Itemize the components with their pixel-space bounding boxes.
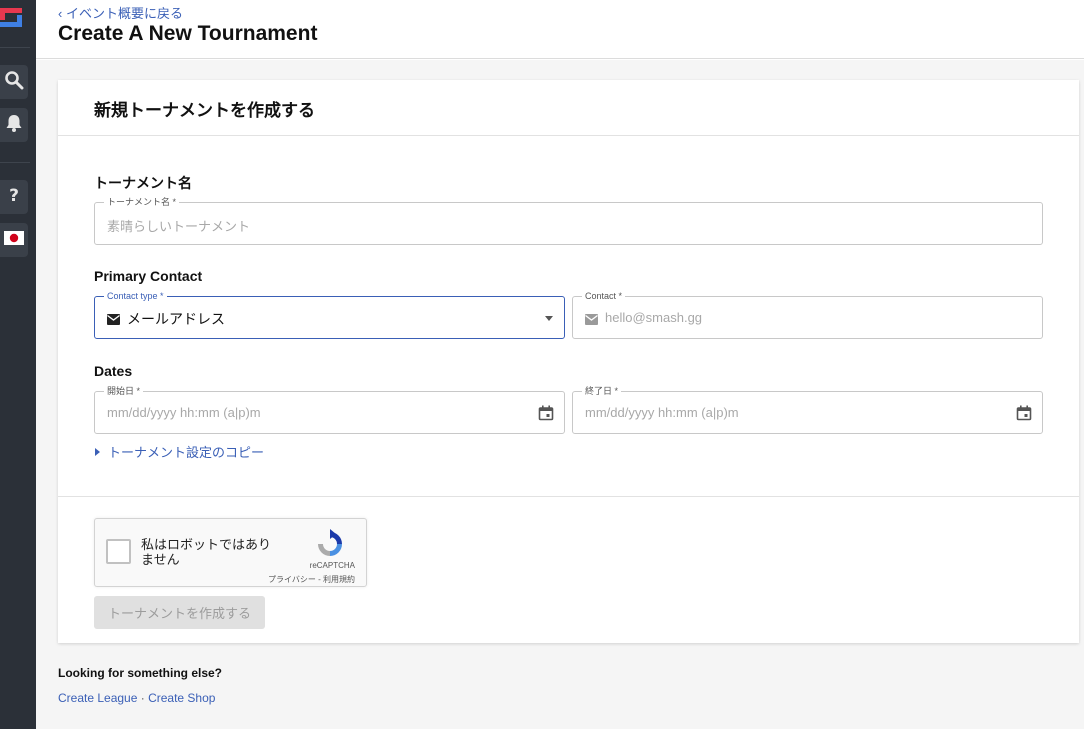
card-divider (58, 496, 1079, 497)
tournament-name-field[interactable]: トーナメント名 * 素晴らしいトーナメント (94, 196, 1043, 245)
recaptcha-privacy-terms-links[interactable]: プライバシー - 利用規約 (268, 574, 355, 585)
copy-settings-label: トーナメント設定のコピー (108, 445, 265, 460)
tournament-name-label: トーナメント名 * (104, 196, 180, 208)
smashgg-logo-icon[interactable] (0, 6, 24, 30)
create-tournament-card: 新規トーナメントを作成する トーナメント名 トーナメント名 * 素晴らしいトーナ… (58, 80, 1079, 643)
rail-divider (0, 162, 30, 163)
page-header: ‹ イベント概要に戻る Create A New Tournament (36, 0, 1084, 59)
notifications-button[interactable] (0, 108, 28, 142)
footer-separator: · (137, 691, 149, 705)
envelope-icon (107, 312, 120, 330)
bell-icon (4, 113, 24, 138)
contact-label: Contact * (582, 290, 626, 302)
calendar-icon[interactable] (538, 405, 554, 426)
copy-tournament-settings-link[interactable]: トーナメント設定のコピー (95, 442, 264, 461)
back-to-event-link[interactable]: ‹ イベント概要に戻る (58, 3, 183, 22)
recaptcha-brand: reCAPTCHA (309, 561, 355, 570)
end-date-placeholder: mm/dd/yyyy hh:mm (a|p)m (585, 405, 739, 420)
create-shop-link[interactable]: Create Shop (148, 691, 215, 705)
tournament-name-placeholder: 素晴らしいトーナメント (107, 219, 251, 234)
card-divider (58, 135, 1079, 136)
language-button[interactable] (0, 223, 28, 257)
caret-right-icon (95, 447, 100, 456)
chevron-down-icon (545, 316, 553, 321)
contact-type-value: メールアドレス (127, 311, 225, 327)
primary-contact-section-label: Primary Contact (94, 268, 203, 284)
dates-section-label: Dates (94, 363, 133, 379)
envelope-icon (585, 312, 598, 330)
create-league-link[interactable]: Create League (58, 691, 137, 705)
recaptcha-widget: 私はロボットではありません reCAPTCHA プライバシー - 利用規約 (94, 518, 367, 587)
svg-text:?: ? (9, 186, 19, 205)
recaptcha-text: 私はロボットではありません (141, 537, 272, 567)
question-mark-icon: ? (4, 185, 24, 210)
contact-field[interactable]: Contact * hello@smash.gg (572, 290, 1043, 339)
start-date-placeholder: mm/dd/yyyy hh:mm (a|p)m (107, 405, 261, 420)
help-button[interactable]: ? (0, 180, 28, 214)
footer-question: Looking for something else? (58, 666, 223, 680)
search-icon (4, 70, 24, 95)
end-date-field[interactable]: 終了日 * mm/dd/yyyy hh:mm (a|p)m (572, 385, 1043, 434)
recaptcha-logo-icon (315, 529, 345, 564)
start-date-label: 開始日 * (104, 385, 144, 397)
contact-placeholder: hello@smash.gg (605, 310, 703, 325)
calendar-icon[interactable] (1016, 405, 1032, 426)
footer-links: Create League · Create Shop (58, 691, 215, 705)
left-nav-rail: ? (0, 0, 36, 729)
card-title: 新規トーナメントを作成する (94, 101, 315, 120)
start-date-field[interactable]: 開始日 * mm/dd/yyyy hh:mm (a|p)m (94, 385, 565, 434)
end-date-label: 終了日 * (582, 385, 622, 397)
japan-flag-icon (4, 230, 24, 250)
search-button[interactable] (0, 65, 28, 99)
contact-type-label: Contact type * (104, 290, 167, 302)
page-title: Create A New Tournament (58, 22, 318, 45)
rail-divider (0, 47, 30, 48)
create-tournament-button[interactable]: トーナメントを作成する (94, 596, 265, 629)
contact-type-select[interactable]: Contact type * メールアドレス (94, 290, 565, 339)
tournament-name-section-label: トーナメント名 (94, 175, 192, 191)
recaptcha-checkbox[interactable] (106, 539, 131, 564)
